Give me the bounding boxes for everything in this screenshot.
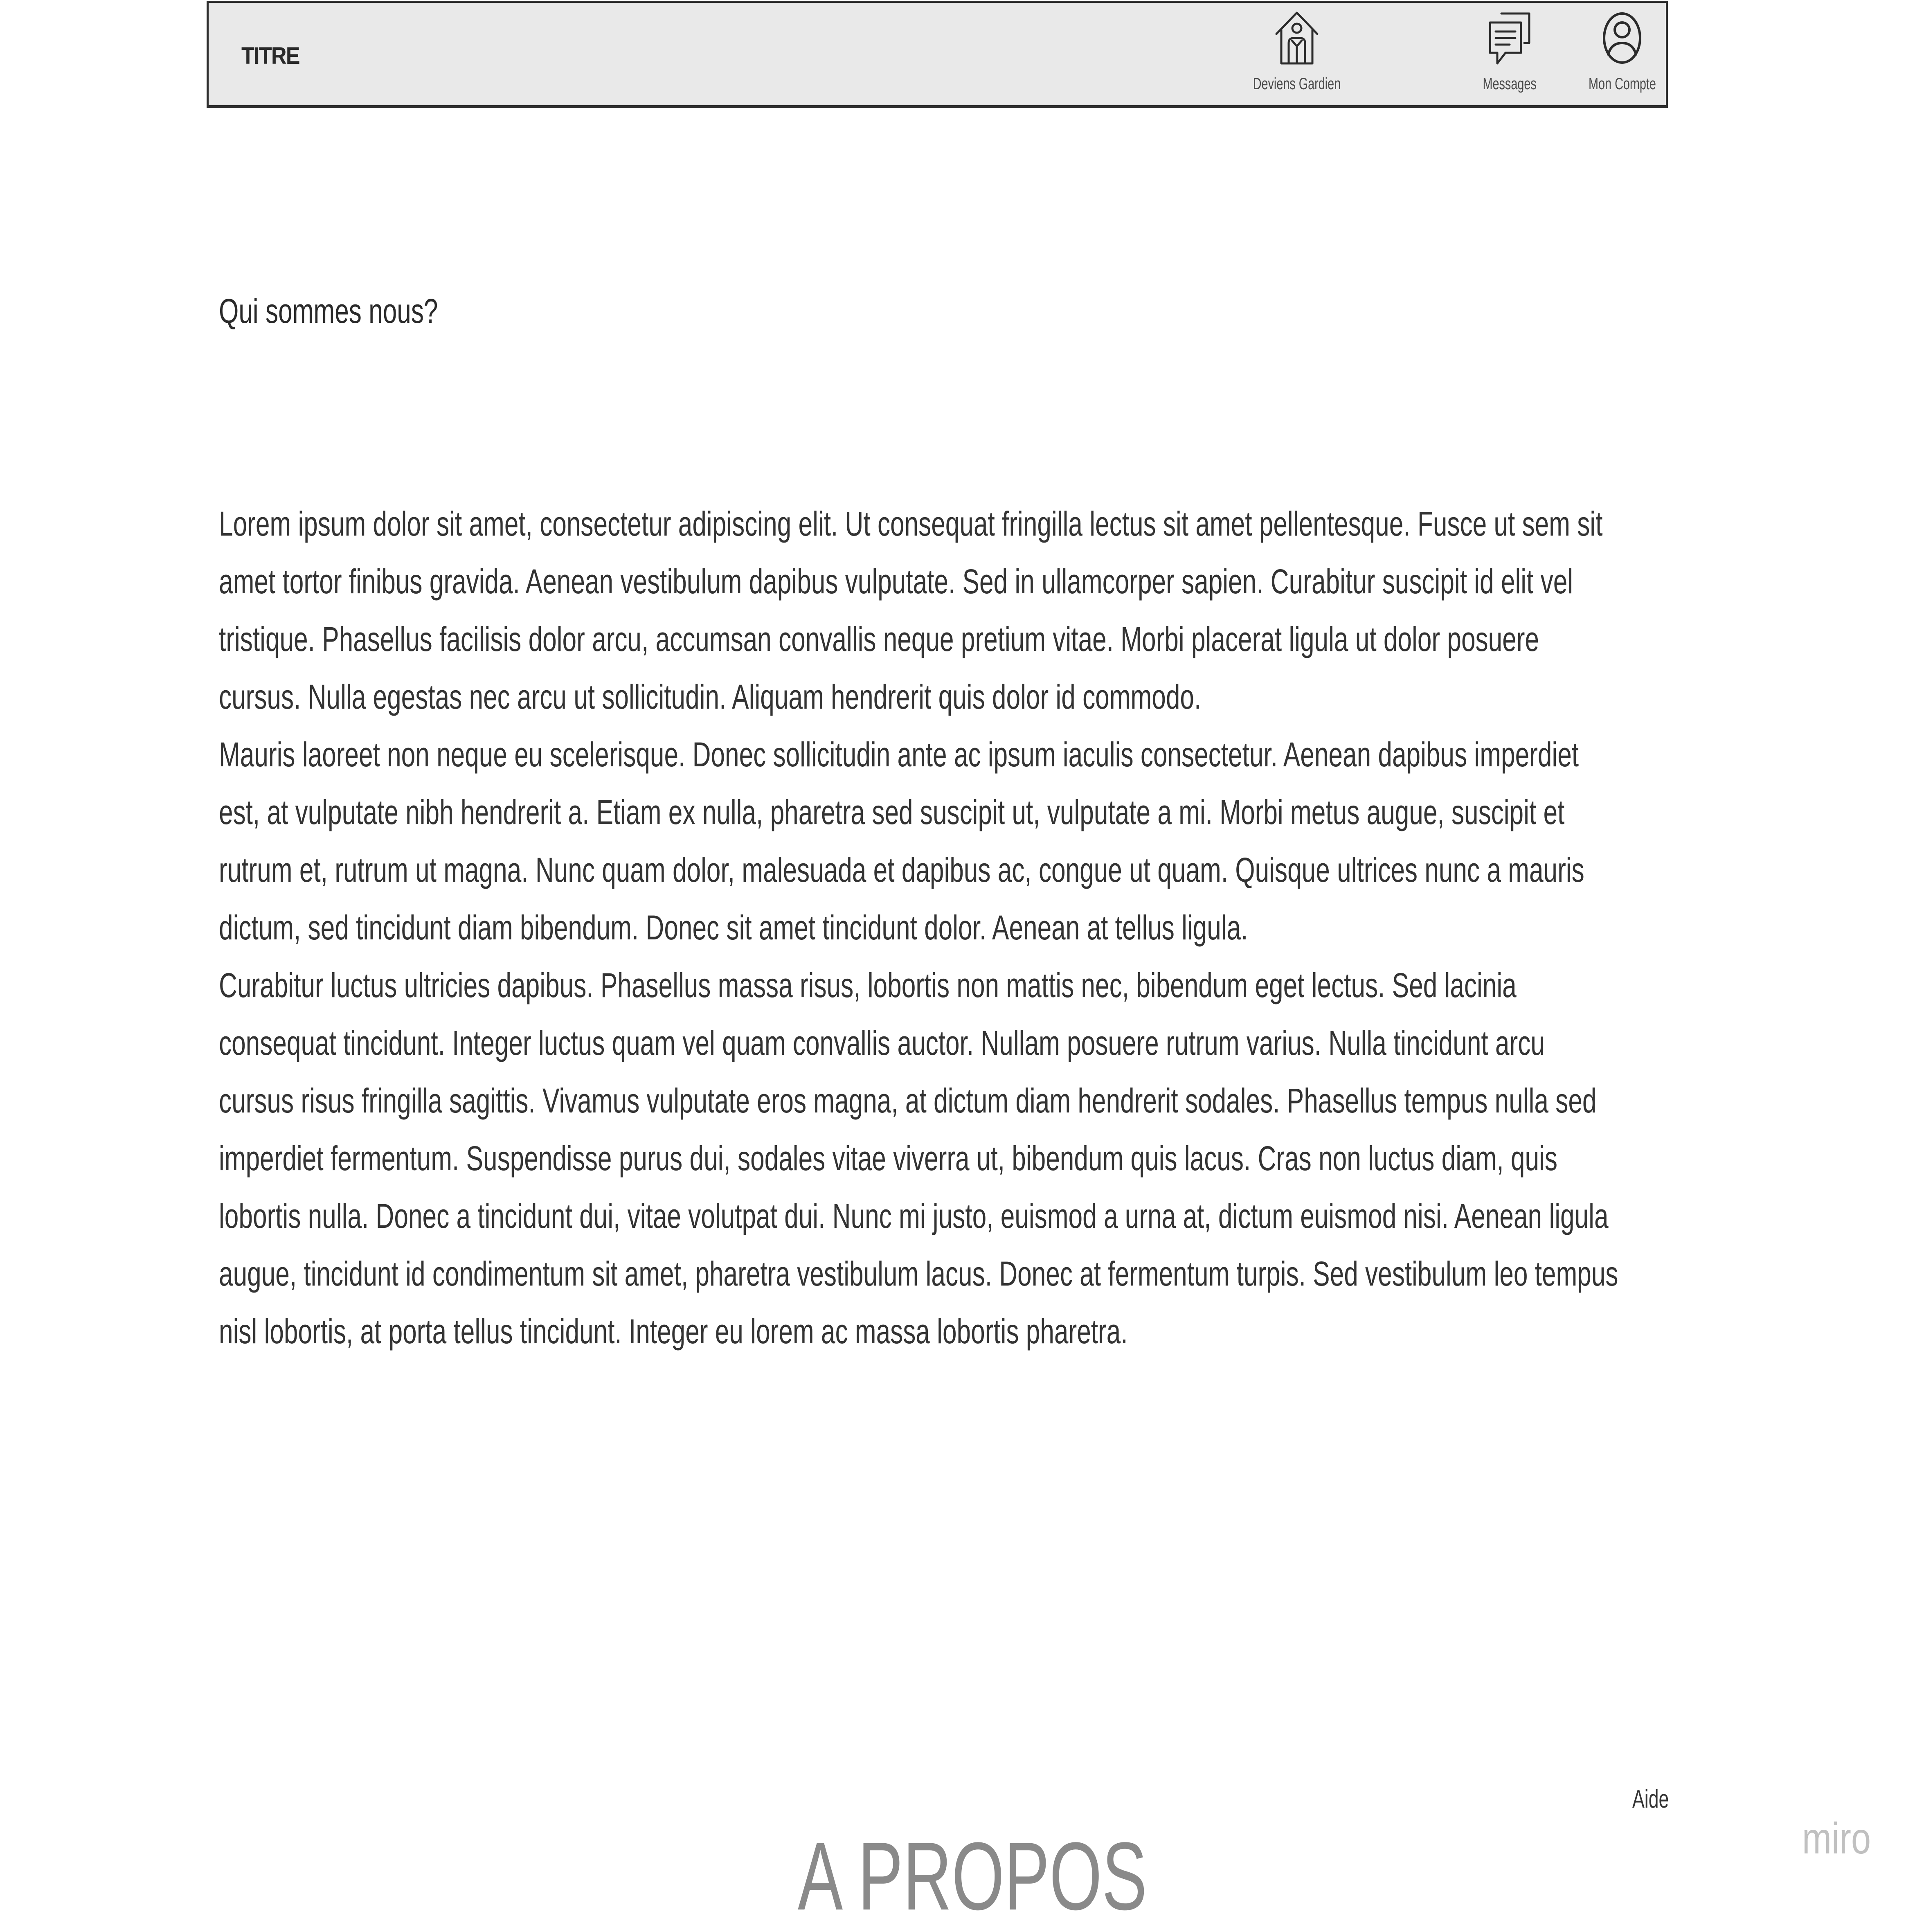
user-circle-icon xyxy=(1603,12,1641,64)
nav-messages[interactable]: Messages xyxy=(1469,3,1550,105)
nav-mon-compte[interactable]: Mon Compte xyxy=(1579,3,1665,105)
nav-mon-compte-label: Mon Compte xyxy=(1588,75,1656,93)
miro-watermark: miro xyxy=(1802,1813,1871,1863)
paragraph: Curabitur luctus ultricies dapibus. Phas… xyxy=(219,966,1618,1351)
site-title[interactable]: TITRE xyxy=(241,42,300,70)
top-nav-bar: TITRE Deviens Gardien Messages Mon Compt… xyxy=(207,1,1668,108)
house-person-icon xyxy=(1275,11,1319,65)
help-link[interactable]: Aide xyxy=(1632,1785,1669,1814)
paragraph: Lorem ipsum dolor sit amet, consectetur … xyxy=(219,504,1603,716)
page-name-label: A PROPOS xyxy=(798,1822,1147,1930)
about-text: Lorem ipsum dolor sit amet, consectetur … xyxy=(219,495,1627,1360)
nav-deviens-gardien-label: Deviens Gardien xyxy=(1253,75,1341,93)
nav-deviens-gardien[interactable]: Deviens Gardien xyxy=(1248,3,1346,105)
nav-messages-label: Messages xyxy=(1483,75,1537,93)
chat-bubbles-icon xyxy=(1489,12,1530,65)
page-heading: Qui sommes nous? xyxy=(219,292,438,330)
paragraph: Mauris laoreet non neque eu scelerisque.… xyxy=(219,735,1584,947)
